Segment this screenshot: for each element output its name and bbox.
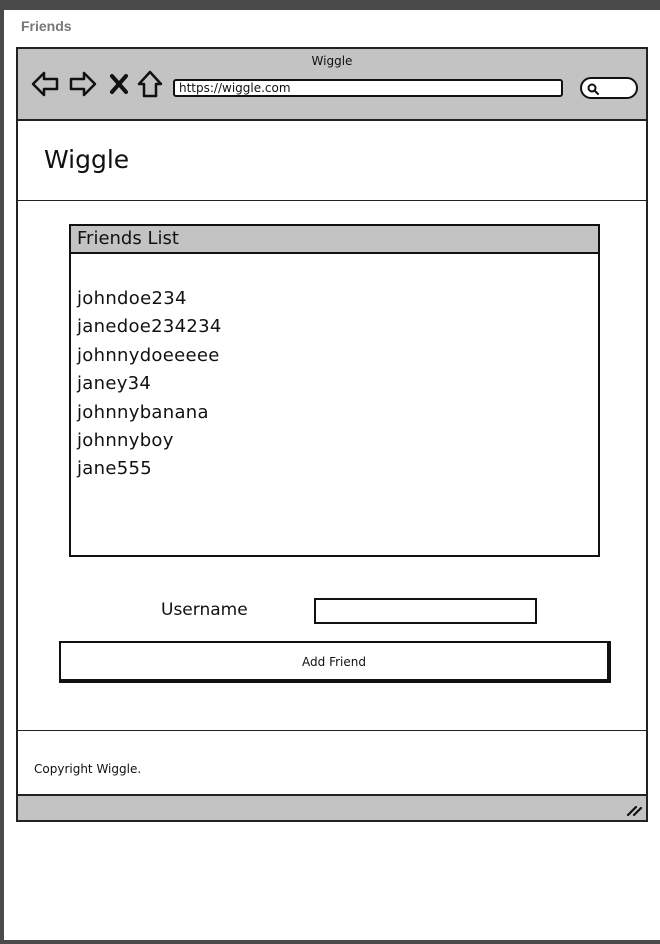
add-friend-button[interactable]: Add Friend (59, 641, 611, 683)
friend-item[interactable]: janedoe234234 (77, 313, 598, 341)
page: Friends Wiggle https://wiggle.com Wiggle… (4, 10, 660, 940)
friends-list-header: Friends List (71, 226, 598, 254)
back-arrow-icon[interactable] (30, 69, 60, 99)
friend-item[interactable]: johnnyboy (77, 427, 598, 455)
browser-status-bar (18, 794, 646, 820)
friend-item[interactable]: jane555 (77, 455, 598, 483)
username-label: Username (161, 600, 248, 620)
copyright-text: Copyright Wiggle. (34, 762, 142, 776)
browser-search-field[interactable] (580, 77, 638, 99)
resize-grip-icon[interactable] (625, 802, 643, 818)
browser-window: Wiggle https://wiggle.com Wiggle Friends… (16, 47, 648, 822)
friends-list[interactable]: johndoe234 janedoe234234 johnnydoeeeee j… (71, 254, 598, 484)
friends-list-panel: Friends List johndoe234 janedoe234234 jo… (69, 224, 600, 557)
friend-item[interactable]: johndoe234 (77, 285, 598, 313)
site-title: Wiggle (44, 145, 130, 174)
page-title: Friends (21, 18, 72, 34)
friend-item[interactable]: johnnybanana (77, 399, 598, 427)
close-icon[interactable] (108, 69, 130, 99)
username-input[interactable] (314, 598, 537, 624)
url-bar[interactable]: https://wiggle.com (173, 79, 563, 97)
forward-arrow-icon[interactable] (68, 69, 98, 99)
friend-item[interactable]: johnnydoeeeee (77, 342, 598, 370)
friend-item[interactable]: janey34 (77, 370, 598, 398)
home-icon[interactable] (136, 69, 164, 99)
footer-divider (18, 730, 646, 731)
window-title: Wiggle (311, 54, 353, 68)
site-header: Wiggle (18, 121, 646, 201)
browser-toolbar: Wiggle https://wiggle.com (18, 49, 646, 121)
search-icon (587, 83, 599, 95)
